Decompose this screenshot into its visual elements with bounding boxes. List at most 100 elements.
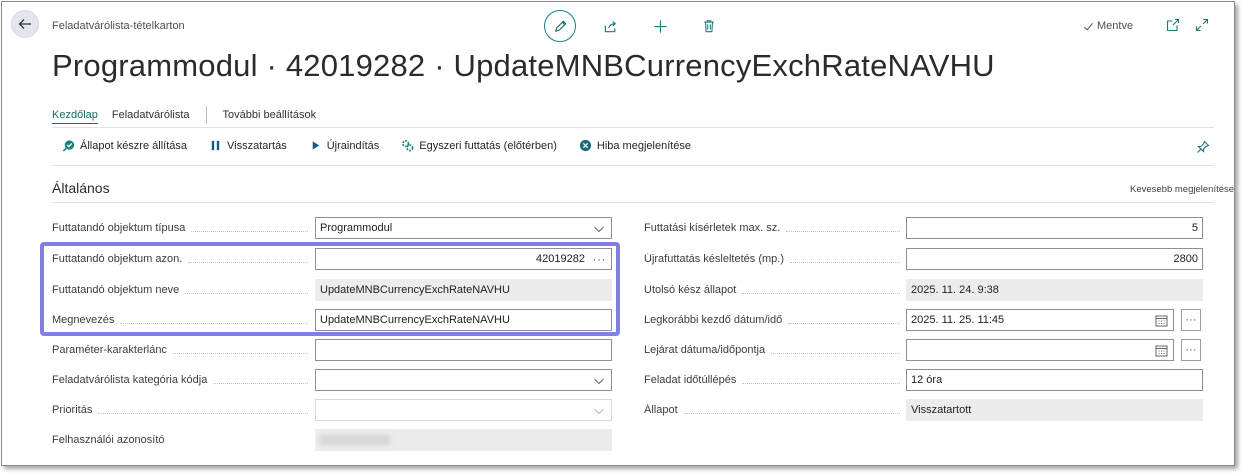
dotted-leader (120, 322, 308, 324)
earliest-start-input[interactable]: 2025. 11. 25. 11:45 (906, 309, 1174, 331)
dotted-leader (172, 352, 308, 354)
field-label: Utolsó kész állapot (644, 284, 737, 296)
dotted-leader (683, 412, 900, 414)
field-object-name: Futtatandó objektum neve (52, 279, 314, 301)
dotted-leader (788, 322, 900, 324)
max-attempts-input[interactable]: 5 (906, 217, 1203, 239)
field-parameter-string: Paraméter-karakterlánc (52, 339, 314, 361)
field-object-type: Futtatandó objektum típusa (52, 217, 314, 239)
run-once-icon (402, 140, 414, 152)
field-max-attempts: Futtatási kísérletek max. sz. (644, 217, 906, 239)
field-label: Futtatandó objektum neve (52, 284, 180, 296)
share-icon (604, 20, 616, 32)
show-error-button[interactable]: Hiba megjelenítése (579, 139, 691, 152)
last-ready-state-value: 2025. 11. 24. 9:38 (906, 279, 1203, 301)
description-input[interactable]: UpdateMNBCurrencyExchRateNAVHU (315, 309, 612, 331)
field-expiration: Lejárat dátuma/időpontja (644, 339, 906, 361)
user-id-value (315, 429, 612, 451)
calendar-icon[interactable] (1155, 314, 1168, 327)
expiration-more-button[interactable]: ··· (1181, 339, 1201, 361)
dotted-leader (786, 230, 900, 232)
set-status-ready-button[interactable]: Állapot készre állítása (62, 139, 187, 152)
field-value: UpdateMNBCurrencyExchRateNAVHU (320, 284, 510, 296)
object-type-select[interactable]: Programmodul (315, 217, 612, 239)
field-value: 2025. 11. 25. 11:45 (911, 314, 1005, 326)
field-rerun-delay: Újrafuttatás késleltetés (mp.) (644, 248, 906, 270)
dotted-leader (188, 261, 308, 263)
hold-label: Visszatartás (227, 139, 287, 152)
tab-separator (205, 106, 207, 124)
set-status-ready-label: Állapot készre állítása (80, 139, 187, 152)
expiration-input[interactable] (906, 339, 1174, 361)
delete-button[interactable] (697, 14, 721, 38)
field-label: Paraméter-karakterlánc (52, 344, 167, 356)
field-label: Legkorábbi kezdő dátum/idő (644, 314, 783, 326)
expand-icon[interactable] (1195, 18, 1209, 32)
chevron-down-icon (594, 408, 604, 415)
dotted-leader (771, 352, 900, 354)
field-label: Futtatási kísérletek max. sz. (644, 222, 781, 234)
field-value: UpdateMNBCurrencyExchRateNAVHU (320, 314, 510, 326)
pin-icon[interactable] (1196, 140, 1210, 154)
arrow-left-icon (18, 19, 31, 29)
parameter-string-input[interactable] (315, 339, 612, 361)
tab-job-queue[interactable]: Feladatvárólista (112, 107, 190, 123)
field-job-timeout: Feladat időtúllépés (644, 369, 906, 391)
saved-status: Mentve (1083, 20, 1133, 32)
ellipsis-icon: ··· (1185, 344, 1197, 356)
rerun-delay-input[interactable]: 2800 (906, 248, 1203, 270)
field-earliest-start: Legkorábbi kezdő dátum/idő (644, 309, 906, 331)
field-category-code: Feladatvárólista kategória kódja (52, 369, 314, 391)
page-title: Programmodul · 42019282 · UpdateMNBCurre… (52, 48, 995, 83)
action-toolbar: Állapot készre állítása Visszatartás Újr… (62, 139, 713, 152)
hold-button[interactable]: Visszatartás (209, 139, 287, 152)
share-button[interactable] (598, 14, 622, 38)
job-timeout-input[interactable]: 12 óra (906, 369, 1203, 391)
new-button[interactable] (648, 14, 672, 38)
field-object-id: Futtatandó objektum azon. (52, 248, 314, 270)
trash-icon (704, 20, 714, 33)
tab-home[interactable]: Kezdőlap (52, 107, 98, 124)
field-value: 42019282 (536, 253, 585, 265)
dotted-leader (213, 382, 308, 384)
object-id-input[interactable]: 42019282 ··· (315, 248, 612, 270)
plus-icon (653, 19, 667, 33)
field-value: Programmodul (320, 222, 393, 234)
field-value: 2025. 11. 24. 9:38 (911, 284, 999, 296)
field-value: 2800 (1173, 253, 1198, 265)
earliest-start-more-button[interactable]: ··· (1181, 309, 1201, 331)
field-description: Megnevezés (52, 309, 314, 331)
field-user-id: Felhasználói azonosító (52, 429, 314, 451)
field-label: Lejárat dátuma/időpontja (644, 344, 766, 356)
divider (52, 202, 1214, 203)
pause-icon (211, 140, 220, 151)
pencil-icon (554, 20, 566, 32)
ellipsis-icon[interactable]: ··· (593, 252, 607, 266)
dotted-leader (742, 292, 900, 294)
field-status: Állapot (644, 399, 906, 421)
edit-button[interactable] (544, 10, 576, 42)
show-less-link[interactable]: Kevesebb megjelenítése (1130, 184, 1234, 195)
category-code-select[interactable] (315, 369, 612, 391)
open-new-window-icon[interactable] (1166, 18, 1180, 32)
field-label: Megnevezés (52, 314, 115, 326)
dotted-leader (790, 261, 900, 263)
field-value: 5 (1191, 222, 1198, 234)
field-label: Futtatandó objektum azon. (52, 253, 183, 265)
checkmark-icon (1084, 22, 1094, 30)
tab-more-options[interactable]: További beállítások (223, 107, 317, 123)
field-label: Állapot (644, 404, 678, 416)
play-icon (312, 141, 319, 150)
tab-bar: Kezdőlap Feladatvárólista További beállí… (52, 106, 330, 124)
calendar-icon[interactable] (1155, 344, 1168, 357)
divider (52, 127, 1214, 128)
restart-label: Újraindítás (326, 139, 380, 152)
status-value: Visszatartott (906, 399, 1203, 421)
run-once-label: Egyszeri futtatás (előtérben) (419, 139, 557, 152)
field-label: Feladat időtúllépés (644, 374, 737, 386)
back-button[interactable] (11, 10, 39, 38)
field-label: Újrafuttatás késleltetés (mp.) (644, 253, 784, 265)
priority-select[interactable] (315, 399, 612, 421)
run-once-button[interactable]: Egyszeri futtatás (előtérben) (401, 139, 557, 152)
restart-button[interactable]: Újraindítás (309, 139, 380, 152)
